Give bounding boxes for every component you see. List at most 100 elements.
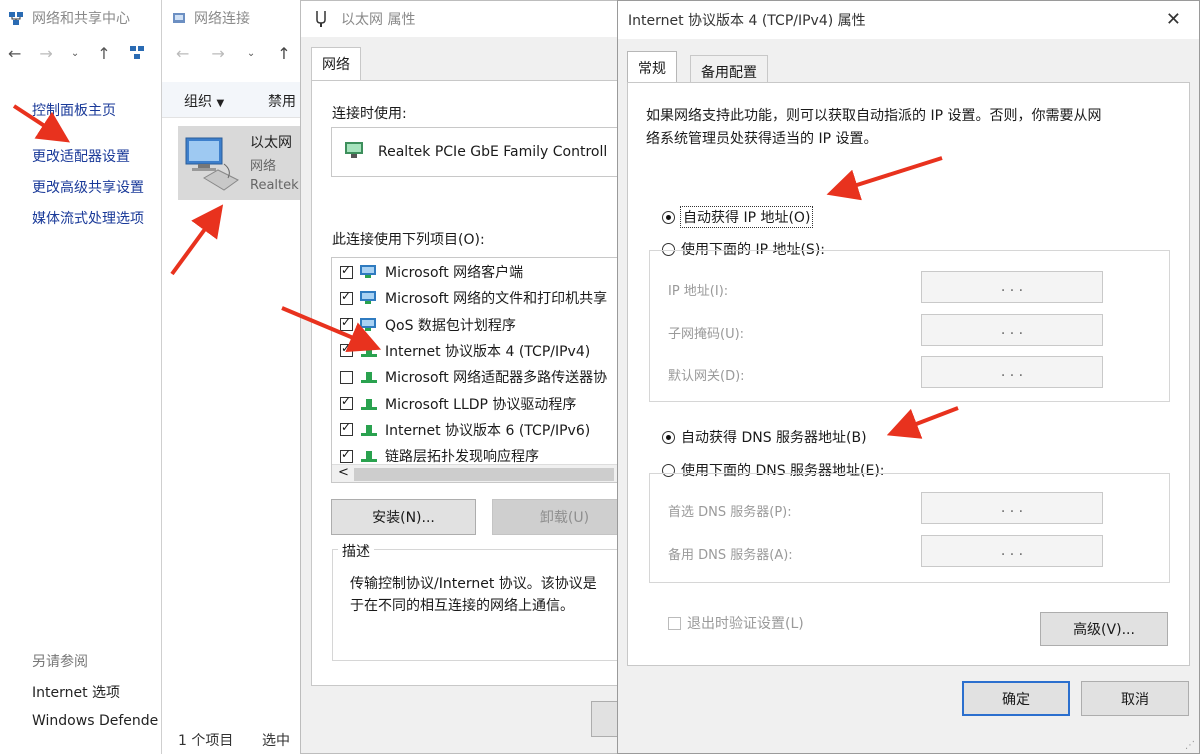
auto-ip-radio[interactable]: 自动获得 IP 地址(O)	[662, 206, 814, 228]
component-item[interactable]: Microsoft 网络客户端	[340, 260, 523, 284]
ethernet-adapter-item[interactable]: 以太网 网络 Realtek	[178, 126, 312, 200]
checkbox-checked[interactable]	[340, 394, 353, 410]
disable-button[interactable]: 禁用	[268, 91, 296, 111]
network-icon	[129, 44, 145, 64]
checkbox-checked[interactable]	[340, 315, 353, 332]
tab-alternate-config[interactable]: 备用配置	[690, 55, 768, 83]
protocol-icon	[359, 343, 379, 359]
up-arrow-icon[interactable]: ↑	[277, 44, 290, 63]
toolbar: 组织 ▼ 禁用	[162, 82, 311, 118]
ipv4-properties-dialog: Internet 协议版本 4 (TCP/IPv4) 属性 ✕ 常规 备用配置 …	[617, 0, 1200, 754]
install-button[interactable]: 安装(N)...	[331, 499, 476, 535]
chevron-down-icon[interactable]: ⌄	[71, 48, 79, 64]
checkbox-checked[interactable]	[340, 263, 353, 279]
uninstall-button[interactable]: 卸载(U)	[492, 499, 637, 535]
components-list[interactable]: Microsoft 网络客户端 Microsoft 网络的文件和打印机共享 QoS …	[331, 257, 631, 483]
checkbox-checked[interactable]	[340, 447, 353, 463]
gateway-dots: . . .	[1000, 364, 1024, 380]
organize-label: 组织	[184, 94, 212, 110]
link-media-streaming[interactable]: 媒体流式处理选项	[32, 208, 144, 228]
cancel-button[interactable]: 取消	[1081, 681, 1189, 716]
scroll-left-arrow-icon[interactable]: <	[338, 465, 349, 480]
window-title: 以太网 属性	[341, 12, 416, 28]
tab-network[interactable]: 网络	[311, 47, 361, 81]
component-label: QoS 数据包计划程序	[385, 317, 516, 334]
adapter-status: 网络	[250, 159, 277, 174]
component-label: Microsoft 网络客户端	[385, 265, 524, 281]
ip-dots: . . .	[1000, 279, 1024, 295]
subnet-mask-label: 子网掩码(U):	[668, 327, 745, 342]
monitor-network-icon	[184, 134, 242, 196]
network-connections-window: 网络连接 ← → ⌄ ↑ 组织 ▼ 禁用 以太网 网络 Realtek 1 个项…	[162, 0, 312, 754]
preferred-dns-label: 首选 DNS 服务器(P):	[668, 505, 792, 520]
adapter-device: Realtek	[250, 178, 299, 193]
nav-buttons: ← → ⌄ ↑	[176, 44, 291, 63]
up-arrow-icon[interactable]: ↑	[97, 44, 110, 64]
alternate-dns-label: 备用 DNS 服务器(A):	[668, 548, 793, 563]
default-gateway-input[interactable]: . . .	[921, 356, 1103, 388]
subnet-mask-input[interactable]: . . .	[921, 314, 1103, 346]
protocol-icon	[359, 396, 379, 412]
radio-selected[interactable]	[662, 210, 675, 224]
ethernet-properties-window: 以太网 属性 网络 连接时使用: 此连接使用下列项目(O): 描述 传输控制协议…	[300, 0, 637, 754]
validate-label: 退出时验证设置(L)	[687, 616, 804, 632]
titlebar: Internet 协议版本 4 (TCP/IPv4) 属性	[618, 1, 1199, 39]
checkbox-checked[interactable]	[340, 420, 353, 437]
back-arrow-icon[interactable]: ←	[176, 44, 189, 63]
link-control-panel-home[interactable]: 控制面板主页	[32, 100, 116, 120]
back-arrow-icon[interactable]: ←	[8, 44, 21, 64]
component-item[interactable]: Microsoft 网络的文件和打印机共享	[340, 286, 607, 310]
scrollbar-thumb[interactable]	[354, 468, 614, 481]
radio-selected[interactable]	[662, 430, 675, 444]
component-item[interactable]: Microsoft LLDP 协议驱动程序	[340, 392, 576, 416]
titlebar: 以太网 属性	[301, 1, 629, 37]
validate-on-exit-checkbox[interactable]: 退出时验证设置(L)	[668, 613, 804, 633]
component-item[interactable]: Internet 协议版本 6 (TCP/IPv6)	[340, 418, 590, 442]
general-tab-panel: 如果网络支持此功能，则可以获取自动指派的 IP 设置。否则，你需要从网 络系统管…	[627, 82, 1190, 666]
monitor-icon	[359, 264, 379, 280]
alternate-dns-input[interactable]: . . .	[921, 535, 1103, 567]
component-label: Internet 协议版本 6 (TCP/IPv6)	[385, 422, 591, 439]
window-title: 网络和共享中心	[32, 11, 130, 27]
default-gateway-label: 默认网关(D):	[668, 369, 745, 384]
description-group: 描述 传输控制协议/Internet 协议。该协议是 于在不同的相互连接的网络上…	[332, 541, 632, 661]
checkbox-checked[interactable]	[340, 341, 353, 358]
tab-general[interactable]: 常规	[627, 51, 677, 83]
organize-menu[interactable]: 组织 ▼	[184, 91, 224, 111]
preferred-dns-input[interactable]: . . .	[921, 492, 1103, 524]
forward-arrow-icon[interactable]: →	[211, 44, 224, 63]
auto-dns-label: 自动获得 DNS 服务器地址(B)	[681, 430, 867, 446]
items-label: 此连接使用下列项目(O):	[332, 232, 485, 248]
component-item[interactable]: QoS 数据包计划程序	[340, 313, 516, 337]
forward-arrow-icon[interactable]: →	[39, 44, 52, 64]
checkbox-unchecked[interactable]	[668, 616, 681, 630]
dialog-title: Internet 协议版本 4 (TCP/IPv4) 属性	[628, 13, 866, 29]
ok-button[interactable]: 确定	[962, 681, 1070, 716]
ip-address-input[interactable]: . . .	[921, 271, 1103, 303]
component-label: Microsoft 网络适配器多路传送器协	[385, 370, 608, 387]
link-change-adapter-settings[interactable]: 更改适配器设置	[32, 146, 130, 166]
link-windows-defender[interactable]: Windows Defende	[32, 713, 158, 729]
network-adapter-icon	[344, 140, 366, 164]
component-item[interactable]: Internet 协议版本 4 (TCP/IPv4)	[340, 339, 590, 363]
connect-using-label: 连接时使用:	[332, 106, 407, 122]
resize-grip-icon[interactable]: ⋰	[1185, 740, 1195, 751]
component-item[interactable]: Microsoft 网络适配器多路传送器协	[340, 365, 607, 389]
window-title: 网络连接	[194, 11, 250, 27]
alt-dns-dots: . . .	[1000, 543, 1024, 559]
checkbox-unchecked[interactable]	[340, 370, 353, 384]
component-label: Internet 协议版本 4 (TCP/IPv4)	[385, 343, 591, 360]
chevron-down-icon[interactable]: ⌄	[247, 48, 255, 63]
titlebar: 网络和共享中心	[0, 0, 161, 36]
horizontal-scrollbar[interactable]: <	[332, 464, 630, 482]
close-icon[interactable]: ✕	[1166, 9, 1181, 30]
link-internet-options[interactable]: Internet 选项	[32, 682, 120, 702]
adapter-box: Realtek PCIe GbE Family Controll	[331, 127, 631, 177]
link-change-advanced-sharing[interactable]: 更改高级共享设置	[32, 177, 144, 197]
advanced-button[interactable]: 高级(V)...	[1040, 612, 1168, 646]
network-sharing-center-window: 网络和共享中心 ← → ⌄ ↑ 控制面板主页 更改适配器设置 更改高级共享设置 …	[0, 0, 162, 754]
monitor-icon	[359, 317, 379, 333]
adapter-name: 以太网	[250, 135, 292, 151]
checkbox-checked[interactable]	[340, 289, 353, 305]
auto-dns-radio[interactable]: 自动获得 DNS 服务器地址(B)	[662, 427, 867, 447]
